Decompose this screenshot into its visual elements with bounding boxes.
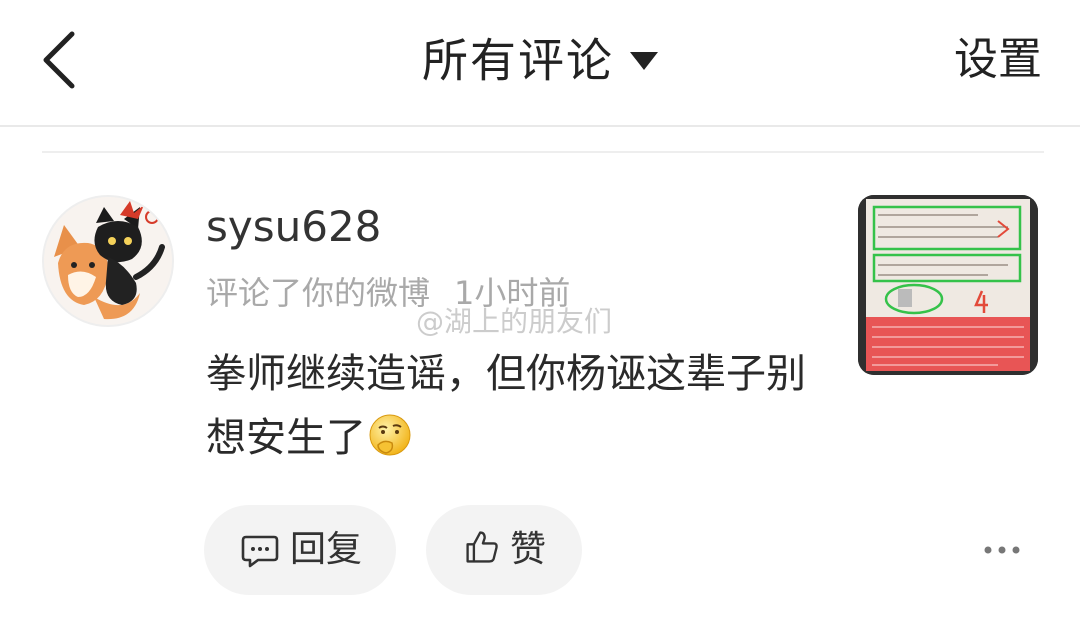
- comment-body: 拳师继续造谣，但你杨诬这辈子别想安生了: [206, 351, 806, 461]
- page-title: 所有评论: [422, 33, 614, 88]
- like-icon: [466, 531, 498, 563]
- username[interactable]: sysu628: [206, 202, 381, 251]
- content-divider: [42, 151, 1044, 153]
- title-dropdown[interactable]: 所有评论: [0, 28, 1080, 92]
- post-thumbnail[interactable]: [858, 195, 1038, 375]
- more-icon[interactable]: [982, 540, 1022, 560]
- like-label: 赞: [510, 529, 547, 570]
- reply-button[interactable]: 回复: [204, 505, 396, 595]
- avatar[interactable]: [42, 195, 174, 327]
- watermark: @湖上的朋友们: [416, 305, 613, 338]
- top-bar: 所有评论 设置: [0, 0, 1080, 125]
- reply-icon: [241, 535, 279, 568]
- thinking-emoji-icon: [369, 414, 411, 456]
- header-divider: [0, 125, 1080, 127]
- settings-button[interactable]: 设置: [954, 28, 1042, 92]
- caret-down-icon: [630, 51, 658, 70]
- like-button[interactable]: 赞: [426, 505, 582, 595]
- comment-action: 评论了你的微博: [206, 274, 431, 312]
- reply-label: 回复: [290, 529, 363, 570]
- comment-text: 拳师继续造谣，但你杨诬这辈子别想安生了: [206, 342, 806, 470]
